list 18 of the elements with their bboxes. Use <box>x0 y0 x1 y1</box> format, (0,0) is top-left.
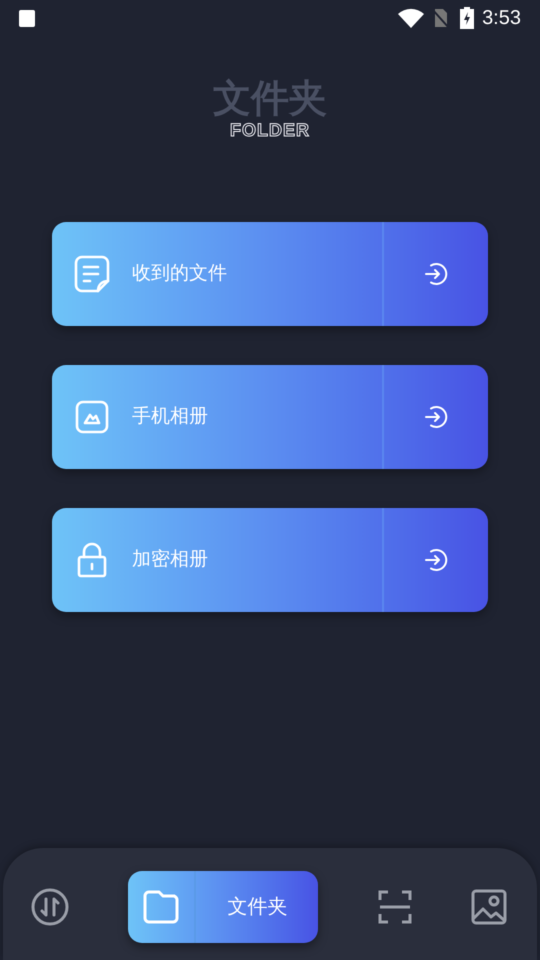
folder-entry-button[interactable]: 手机相册 <box>52 365 488 469</box>
scan-icon[interactable] <box>378 890 412 924</box>
lock-icon <box>77 542 107 578</box>
folder-entry-button[interactable]: 收到的文件 <box>52 222 488 326</box>
status-time: 3:53 <box>482 6 521 31</box>
gallery-icon[interactable] <box>470 889 507 925</box>
folder-icon <box>143 890 180 924</box>
enter-icon <box>423 547 449 573</box>
enter-icon <box>423 261 449 287</box>
nav-tab[interactable]: 文件夹 <box>128 871 318 943</box>
enter-icon <box>423 404 449 430</box>
wifi-icon <box>398 8 424 28</box>
battery-charging-icon <box>460 7 474 29</box>
folder-entry-button[interactable]: 加密相册 <box>52 508 488 612</box>
document-icon <box>74 255 110 293</box>
transfer-icon[interactable] <box>31 888 69 926</box>
page-subtitle: FOLDER <box>230 120 310 140</box>
image-icon <box>75 400 109 434</box>
